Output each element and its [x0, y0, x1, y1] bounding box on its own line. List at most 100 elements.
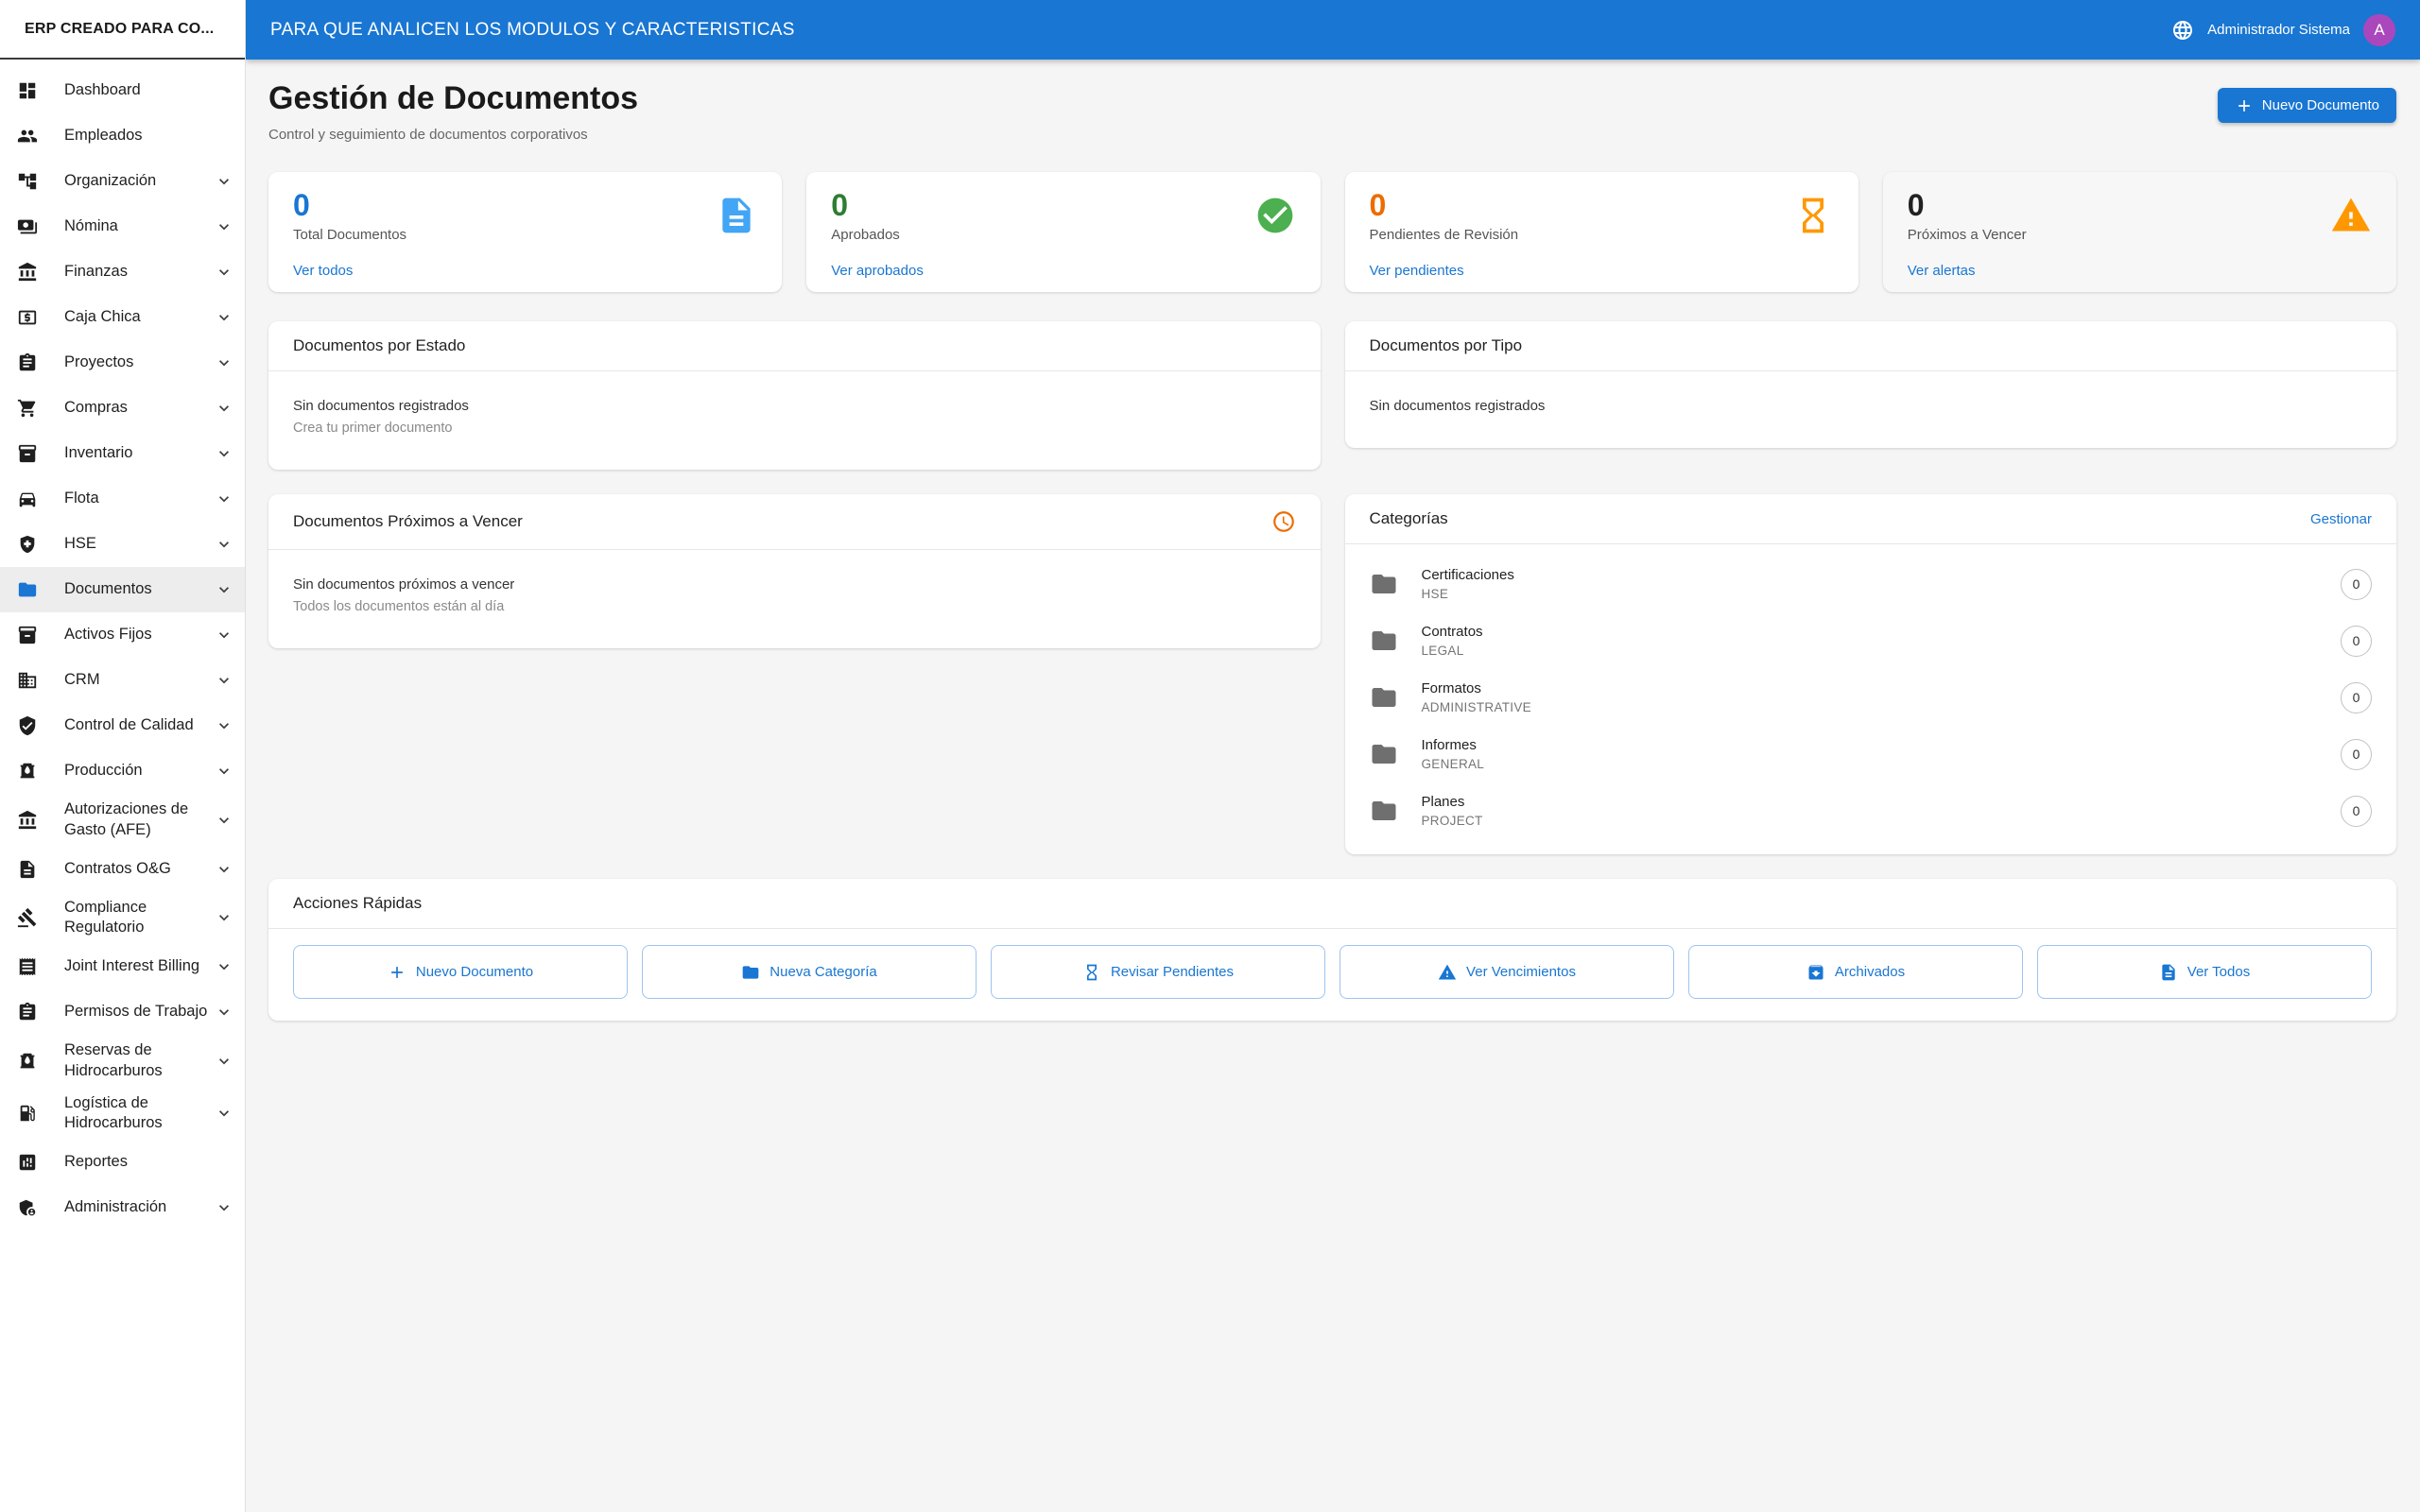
sidebar-item-label: Proyectos [64, 352, 215, 373]
sidebar-item-empleados[interactable]: Empleados [0, 113, 245, 159]
category-count-badge: 0 [2341, 739, 2372, 770]
sidebar-item-organizacion[interactable]: Organización [0, 159, 245, 204]
quick-revisar-pendientes-button[interactable]: Revisar Pendientes [991, 945, 1325, 999]
sidebar-item-proyectos[interactable]: Proyectos [0, 340, 245, 386]
chevron-down-icon [215, 353, 233, 372]
sidebar-item-label: Empleados [64, 126, 233, 146]
sidebar-item-contratos-og[interactable]: Contratos O&G [0, 847, 245, 892]
category-type: GENERAL [1422, 757, 1485, 771]
plus-icon [388, 963, 406, 982]
globe-icon[interactable] [2171, 19, 2194, 42]
category-row-planes[interactable]: Planes PROJECT 0 [1345, 782, 2397, 839]
sidebar-item-produccion[interactable]: Producción [0, 748, 245, 794]
category-row-certificaciones[interactable]: Certificaciones HSE 0 [1345, 556, 2397, 612]
bar-chart-icon [17, 1152, 38, 1173]
category-text: Contratos LEGAL [1422, 624, 1483, 658]
chevron-down-icon [215, 716, 233, 735]
avatar[interactable]: A [2363, 14, 2395, 46]
panel-proximos-a-vencer: Documentos Próximos a Vencer Sin documen… [268, 494, 1321, 648]
category-text: Certificaciones HSE [1422, 567, 1514, 601]
chevron-down-icon [215, 580, 233, 599]
sidebar-item-crm[interactable]: CRM [0, 658, 245, 703]
ver-aprobados-link[interactable]: Ver aprobados [831, 263, 924, 279]
category-row-contratos[interactable]: Contratos LEGAL 0 [1345, 612, 2397, 669]
sidebar: ERP CREADO PARA CO... Dashboard Empleado… [0, 0, 246, 1512]
sidebar-item-hse[interactable]: HSE [0, 522, 245, 567]
sidebar-item-permisos[interactable]: Permisos de Trabajo [0, 989, 245, 1035]
sidebar-item-compliance[interactable]: Compliance Regulatorio [0, 892, 245, 945]
chevron-down-icon [215, 762, 233, 781]
oil-barrel-icon [17, 761, 38, 782]
sidebar-item-flota[interactable]: Flota [0, 476, 245, 522]
ver-alertas-link[interactable]: Ver alertas [1908, 263, 1976, 279]
panel-header: Documentos por Estado [268, 321, 1321, 371]
panel-body: Sin documentos registrados Crea tu prime… [268, 371, 1321, 470]
app-title: ERP CREADO PARA CO... [25, 21, 214, 38]
chevron-down-icon [215, 263, 233, 282]
sidebar-item-administracion[interactable]: Administración [0, 1185, 245, 1230]
ver-todos-link[interactable]: Ver todos [293, 263, 353, 279]
sidebar-item-logistica[interactable]: Logística de Hidrocarburos [0, 1088, 245, 1141]
clipboard-icon [17, 1002, 38, 1022]
sidebar-item-nomina[interactable]: Nómina [0, 204, 245, 249]
page-header: Gestión de Documentos Control y seguimie… [268, 80, 2396, 143]
gestionar-link[interactable]: Gestionar [2310, 511, 2372, 527]
page-header-text: Gestión de Documentos Control y seguimie… [268, 80, 638, 143]
chevron-down-icon [215, 217, 233, 236]
panel-documentos-por-tipo: Documentos por Tipo Sin documentos regis… [1345, 321, 2397, 448]
chevron-down-icon [215, 490, 233, 508]
people-icon [17, 126, 38, 146]
stat-card-vencer: 0 Próximos a Vencer Ver alertas [1883, 172, 2396, 292]
quick-action-label: Archivados [1835, 964, 1905, 980]
ver-pendientes-link[interactable]: Ver pendientes [1370, 263, 1464, 279]
sidebar-item-label: Organización [64, 171, 215, 192]
folder-icon [1370, 627, 1398, 655]
cash-icon [17, 307, 38, 328]
quick-actions-row: Nuevo Documento Nueva Categoría Revisar … [268, 929, 2396, 1021]
gavel-icon [17, 907, 38, 928]
document-icon [2159, 963, 2178, 982]
page-title: Gestión de Documentos [268, 80, 638, 117]
sidebar-item-label: Activos Fijos [64, 625, 215, 645]
sidebar-item-finanzas[interactable]: Finanzas [0, 249, 245, 295]
quick-ver-todos-button[interactable]: Ver Todos [2037, 945, 2372, 999]
sidebar-item-label: Administración [64, 1197, 215, 1218]
category-type: ADMINISTRATIVE [1422, 700, 1531, 714]
quick-archivados-button[interactable]: Archivados [1688, 945, 2023, 999]
sidebar-item-label: Permisos de Trabajo [64, 1002, 215, 1022]
sidebar-item-label: Reportes [64, 1152, 233, 1173]
admin-shield-icon [17, 1197, 38, 1218]
warning-icon [2330, 195, 2372, 236]
sidebar-item-caja-chica[interactable]: Caja Chica [0, 295, 245, 340]
empty-state-secondary: Todos los documentos están al día [293, 599, 1296, 614]
user-name: Administrador Sistema [2207, 22, 2350, 38]
quick-nueva-categoria-button[interactable]: Nueva Categoría [642, 945, 977, 999]
sidebar-item-compras[interactable]: Compras [0, 386, 245, 431]
panel-categorias: Categorías Gestionar Certificaciones HSE… [1345, 494, 2397, 854]
sidebar-item-label: HSE [64, 534, 215, 555]
sidebar-item-documentos[interactable]: Documentos [0, 567, 245, 612]
folder-icon [1370, 740, 1398, 768]
new-document-button[interactable]: Nuevo Documento [2218, 88, 2396, 123]
quick-ver-vencimientos-button[interactable]: Ver Vencimientos [1340, 945, 1674, 999]
category-text: Planes PROJECT [1422, 794, 1483, 828]
sidebar-item-reservas[interactable]: Reservas de Hidrocarburos [0, 1035, 245, 1088]
panel-header: Documentos Próximos a Vencer [268, 494, 1321, 550]
sidebar-item-jib[interactable]: Joint Interest Billing [0, 944, 245, 989]
category-row-formatos[interactable]: Formatos ADMINISTRATIVE 0 [1345, 669, 2397, 726]
folder-icon [1370, 570, 1398, 598]
category-count-badge: 0 [2341, 796, 2372, 827]
category-name: Informes [1422, 737, 1485, 753]
sidebar-item-dashboard[interactable]: Dashboard [0, 68, 245, 113]
sidebar-item-afe[interactable]: Autorizaciones de Gasto (AFE) [0, 794, 245, 847]
sidebar-item-activos-fijos[interactable]: Activos Fijos [0, 612, 245, 658]
category-row-informes[interactable]: Informes GENERAL 0 [1345, 726, 2397, 782]
quick-nuevo-documento-button[interactable]: Nuevo Documento [293, 945, 628, 999]
sidebar-item-reportes[interactable]: Reportes [0, 1140, 245, 1185]
sidebar-item-inventario[interactable]: Inventario [0, 431, 245, 476]
category-list: Certificaciones HSE 0 Contratos LEGAL 0 [1345, 544, 2397, 854]
sidebar-item-label: Compliance Regulatorio [64, 898, 215, 939]
stat-label: Pendientes de Revisión [1370, 227, 1834, 243]
chevron-down-icon [215, 444, 233, 463]
sidebar-item-control-calidad[interactable]: Control de Calidad [0, 703, 245, 748]
